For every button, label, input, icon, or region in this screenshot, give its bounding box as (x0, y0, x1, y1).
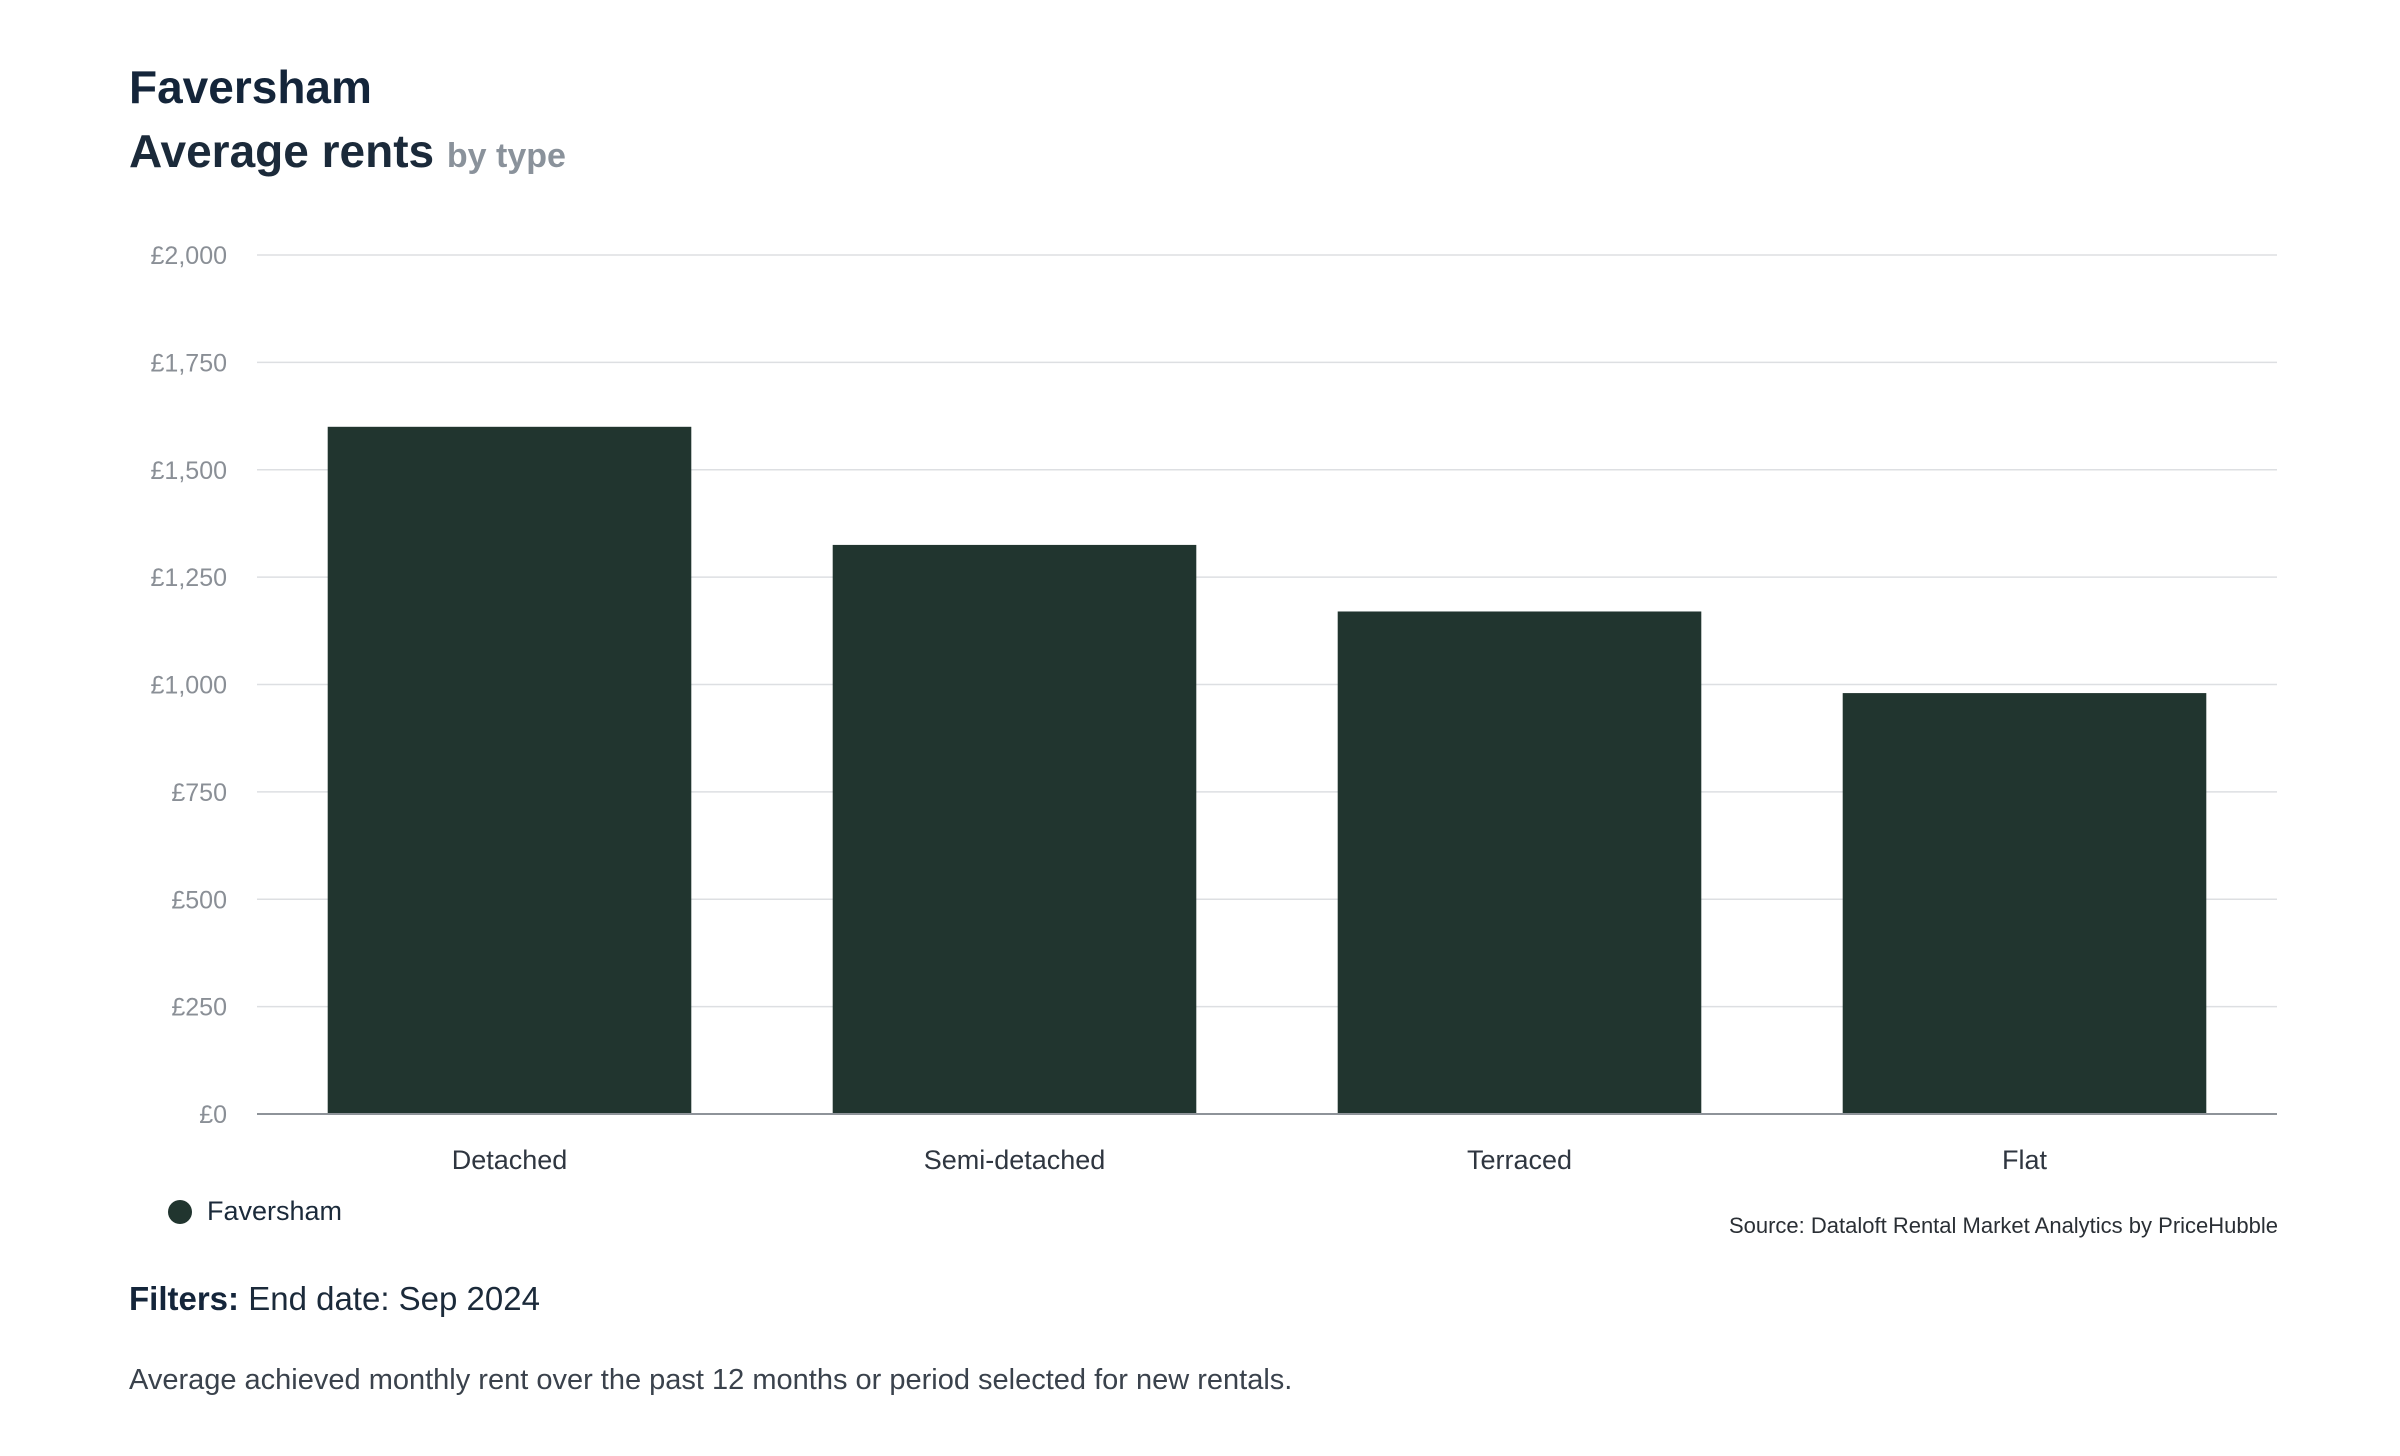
legend-swatch (168, 1199, 192, 1224)
filters-label: Filters: (129, 1280, 240, 1317)
footnote: Average achieved monthly rent over the p… (129, 1364, 1293, 1396)
y-tick-label: £2,000 (151, 242, 227, 270)
y-tick-label: £1,250 (151, 564, 227, 592)
y-tick-label: £1,000 (151, 672, 227, 700)
y-tick-label: £750 (171, 779, 227, 807)
y-tick-label: £0 (199, 1101, 227, 1129)
filters-value: End date: Sep 2024 (248, 1280, 540, 1317)
y-tick-label: £250 (171, 994, 227, 1022)
y-tick-label: £500 (171, 886, 227, 914)
bar (832, 544, 1197, 1114)
filters: Filters: End date: Sep 2024 (129, 1280, 540, 1318)
x-tick-label: Semi-detached (924, 1145, 1106, 1175)
x-axis-ticks: Detached Semi-detached Terraced Flat (452, 1145, 2048, 1175)
legend: Faversham (168, 1196, 342, 1227)
bar (327, 426, 692, 1114)
x-tick-label: Flat (2002, 1145, 2048, 1175)
legend-label: Faversham (207, 1196, 343, 1226)
source-note: Source: Dataloft Rental Market Analytics… (1728, 1213, 2278, 1238)
x-tick-label: Detached (452, 1145, 568, 1175)
bars (327, 426, 2207, 1114)
bar (1337, 611, 1702, 1114)
bar (1842, 693, 2207, 1114)
y-tick-label: £1,500 (151, 457, 227, 485)
x-tick-label: Terraced (1467, 1145, 1572, 1175)
y-axis-ticks: £0 £250 £500 £750 £1,000 £1,250 £1,500 £1,750 £2… (151, 242, 227, 1129)
y-tick-label: £1,750 (151, 349, 227, 377)
